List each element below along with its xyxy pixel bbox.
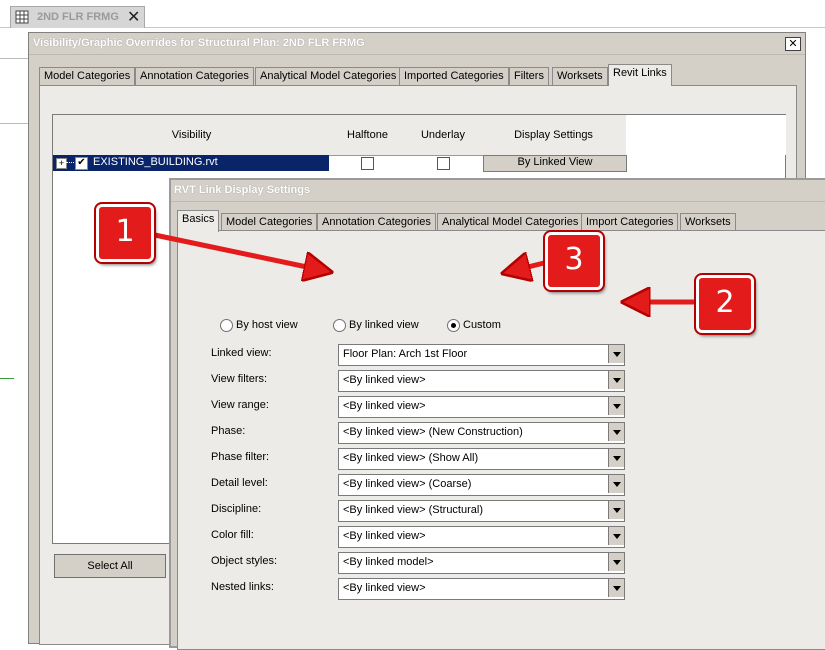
rvt-dialog-title: RVT Link Display Settings <box>174 184 311 196</box>
link-row-selected[interactable]: + ✔ EXISTING_BUILDING.rvt <box>53 155 329 171</box>
tab-annotation-categories[interactable]: Annotation Categories <box>135 67 254 85</box>
dropdown-value: <By linked view> <box>343 374 426 386</box>
expand-icon[interactable]: + <box>56 158 67 169</box>
color-fill-dropdown[interactable]: <By linked view> <box>338 526 625 548</box>
visibility-checkbox[interactable]: ✔ <box>75 157 88 170</box>
tab-filters[interactable]: Filters <box>509 67 549 85</box>
chevron-down-icon[interactable] <box>608 449 624 467</box>
chevron-down-icon[interactable] <box>608 345 624 363</box>
tab-analytical-model-categories[interactable]: Analytical Model Categories <box>437 213 584 231</box>
chevron-down-icon[interactable] <box>608 553 624 571</box>
nested-links-dropdown[interactable]: <By linked view> <box>338 578 625 600</box>
tab-import-categories[interactable]: Import Categories <box>581 213 679 231</box>
underlay-checkbox[interactable] <box>437 157 450 170</box>
callout-1: 1 <box>96 204 154 262</box>
field-label: Phase: <box>211 425 246 437</box>
document-tab-title: 2ND FLR FRMG <box>37 11 119 23</box>
floor-plan-icon <box>15 10 29 24</box>
radio-label: By linked view <box>349 319 419 331</box>
chevron-down-icon[interactable] <box>608 527 624 545</box>
field-label: View filters: <box>211 373 268 385</box>
detail-level-dropdown[interactable]: <By linked view> (Coarse) <box>338 474 625 496</box>
column-header-halftone[interactable]: Halftone <box>330 115 406 156</box>
dropdown-value: <By linked view> (Structural) <box>343 504 483 516</box>
view-range-dropdown[interactable]: <By linked view> <box>338 396 625 418</box>
dropdown-value: <By linked view> (Coarse) <box>343 478 472 490</box>
tab-analytical-model-categories[interactable]: Analytical Model Categories <box>255 67 402 85</box>
phase-dropdown[interactable]: <By linked view> (New Construction) <box>338 422 625 444</box>
radio-label: Custom <box>463 319 501 331</box>
view-filters-dropdown[interactable]: <By linked view> <box>338 370 625 392</box>
dropdown-value: <By linked view> <box>343 400 426 412</box>
select-all-button[interactable]: Select All <box>54 554 166 578</box>
rvt-dialog-titlebar[interactable]: RVT Link Display Settings <box>171 180 825 202</box>
callout-3: 3 <box>545 232 603 290</box>
field-label: Nested links: <box>211 581 274 593</box>
chevron-down-icon[interactable] <box>608 423 624 441</box>
field-label: Phase filter: <box>211 451 270 463</box>
document-tab[interactable]: 2ND FLR FRMG ✕ <box>10 6 145 28</box>
column-header-underlay[interactable]: Underlay <box>405 115 482 156</box>
field-label: Color fill: <box>211 529 254 541</box>
column-header-display-settings[interactable]: Display Settings <box>481 115 627 156</box>
column-header-empty <box>626 115 786 155</box>
tab-model-categories[interactable]: Model Categories <box>39 67 136 85</box>
vg-tab-bar: Model Categories Annotation Categories A… <box>39 64 799 86</box>
dropdown-value: <By linked model> <box>343 556 434 568</box>
tab-revit-links[interactable]: Revit Links <box>608 64 672 86</box>
radio-label: By host view <box>236 319 298 331</box>
radio-button-icon[interactable] <box>220 319 233 332</box>
rvt-tab-bar: Basics Model Categories Annotation Categ… <box>177 210 825 232</box>
halftone-checkbox[interactable] <box>361 157 374 170</box>
radio-button-icon[interactable] <box>333 319 346 332</box>
tab-model-categories[interactable]: Model Categories <box>221 213 318 231</box>
dialog-title: Visibility/Graphic Overrides for Structu… <box>33 37 365 49</box>
close-icon[interactable]: ✕ <box>127 7 140 27</box>
tab-worksets[interactable]: Worksets <box>552 67 608 85</box>
dropdown-value: <By linked view> <box>343 530 426 542</box>
discipline-dropdown[interactable]: <By linked view> (Structural) <box>338 500 625 522</box>
chevron-down-icon[interactable] <box>608 371 624 389</box>
tab-basics[interactable]: Basics <box>177 210 220 232</box>
link-name: EXISTING_BUILDING.rvt <box>93 156 218 168</box>
dropdown-value: <By linked view> <box>343 582 426 594</box>
linked-view-dropdown[interactable]: Floor Plan: Arch 1st Floor <box>338 344 625 366</box>
display-settings-button[interactable]: By Linked View <box>483 155 627 172</box>
field-label: Linked view: <box>211 347 272 359</box>
tree-connector <box>66 162 74 163</box>
field-label: Detail level: <box>211 477 268 489</box>
dropdown-value: <By linked view> (Show All) <box>343 452 479 464</box>
chevron-down-icon[interactable] <box>608 579 624 597</box>
column-header-visibility[interactable]: Visibility <box>53 115 331 156</box>
app-left-strip <box>0 28 28 644</box>
callout-2: 2 <box>696 275 754 333</box>
tab-imported-categories[interactable]: Imported Categories <box>399 67 509 85</box>
field-label: View range: <box>211 399 269 411</box>
radio-button-selected-icon[interactable] <box>447 319 460 332</box>
chevron-down-icon[interactable] <box>608 501 624 519</box>
rvt-link-display-settings-dialog: RVT Link Display Settings Basics Model C… <box>169 178 825 650</box>
tab-annotation-categories[interactable]: Annotation Categories <box>317 213 436 231</box>
dropdown-value: Floor Plan: Arch 1st Floor <box>343 348 468 360</box>
field-label: Object styles: <box>211 555 278 567</box>
table-row[interactable]: + ✔ EXISTING_BUILDING.rvt By Linked View <box>53 155 787 172</box>
document-tab-strip: 2ND FLR FRMG ✕ <box>0 0 825 28</box>
dropdown-value: <By linked view> (New Construction) <box>343 426 523 438</box>
object-styles-dropdown[interactable]: <By linked model> <box>338 552 625 574</box>
chevron-down-icon[interactable] <box>608 397 624 415</box>
tab-worksets[interactable]: Worksets <box>680 213 736 231</box>
chevron-down-icon[interactable] <box>608 475 624 493</box>
field-label: Discipline: <box>211 503 262 515</box>
dialog-titlebar[interactable]: Visibility/Graphic Overrides for Structu… <box>29 33 805 55</box>
phase-filter-dropdown[interactable]: <By linked view> (Show All) <box>338 448 625 470</box>
close-button[interactable]: ✕ <box>785 37 801 51</box>
